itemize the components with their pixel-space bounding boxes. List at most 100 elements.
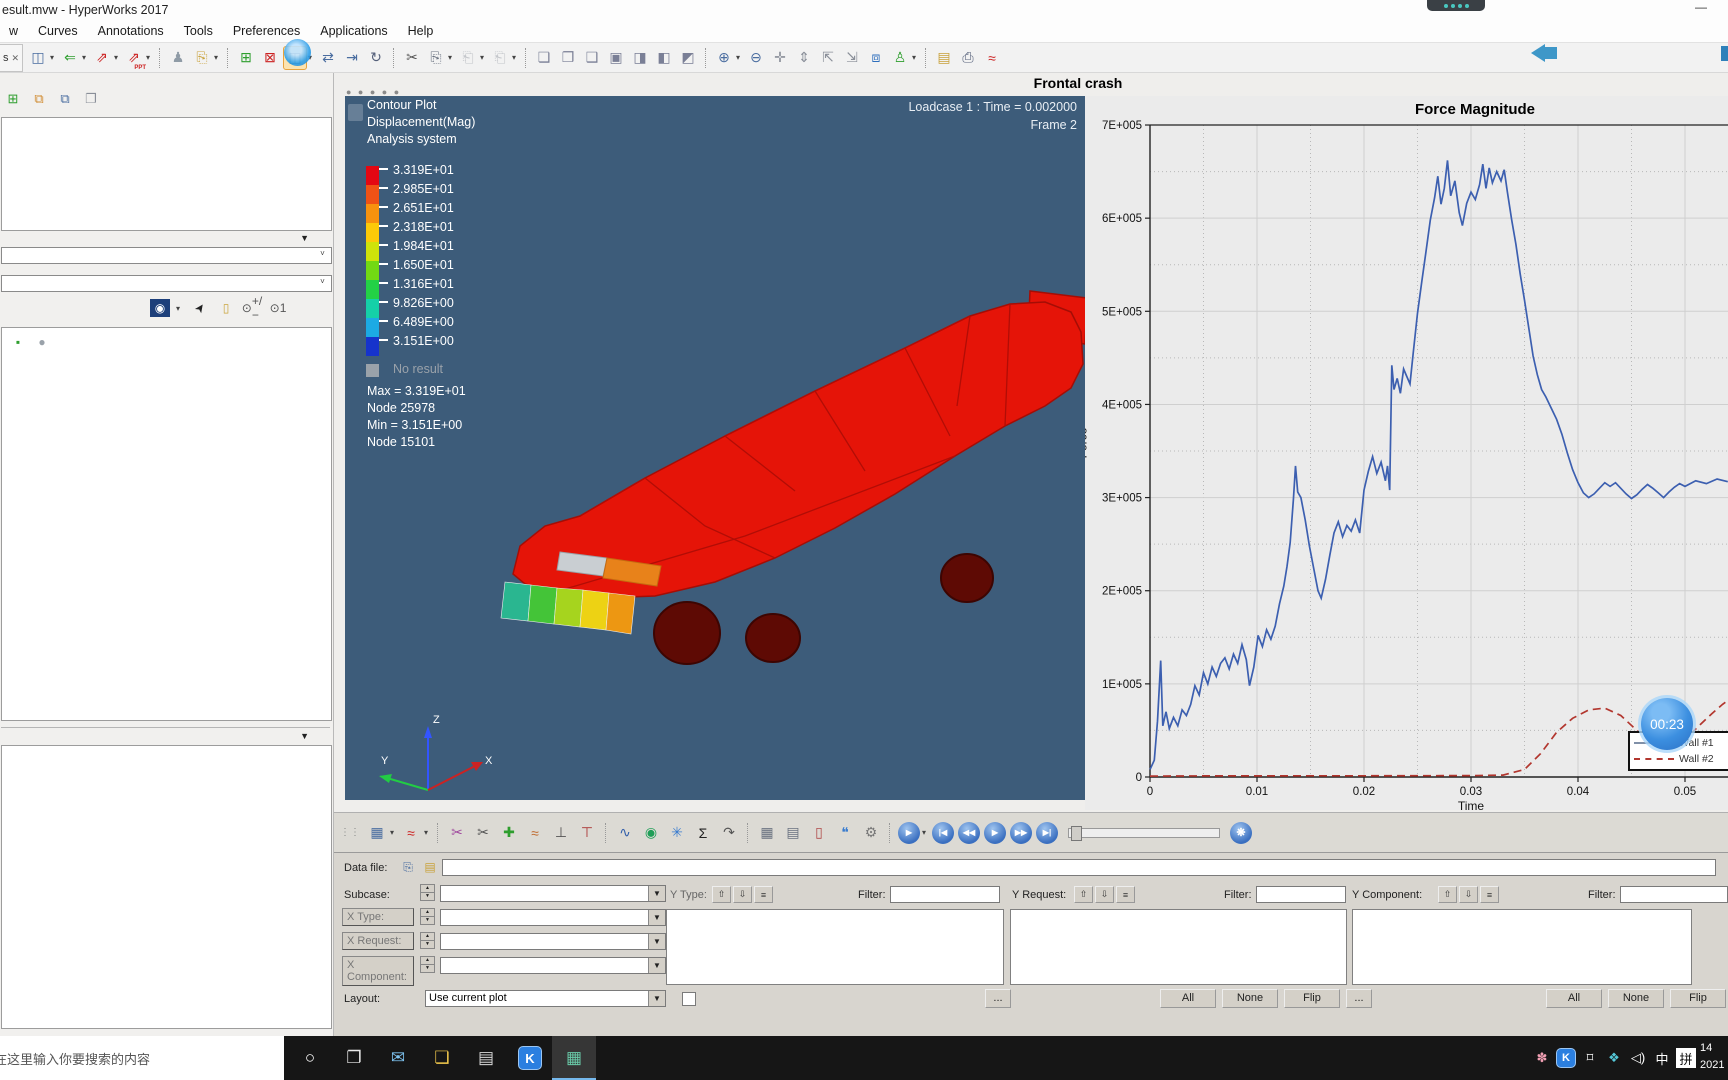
back-arrow-tail[interactable] <box>1545 47 1557 59</box>
expand-window-icon[interactable]: ⇥ <box>341 47 363 69</box>
prev-frame-icon[interactable]: ◀◀ <box>958 821 980 844</box>
collapse-arrow-icon[interactable]: ▼ <box>300 731 309 741</box>
sort-button-1[interactable]: ⇩ <box>1459 886 1478 903</box>
browser-idpool-combo[interactable]: ˅ <box>1 275 332 292</box>
minimize-button[interactable]: — <box>1686 0 1716 18</box>
pointer-icon[interactable]: ➤ <box>187 295 213 322</box>
last-frame-icon[interactable]: ▶| <box>1036 821 1058 844</box>
menu-annotations[interactable]: Annotations <box>89 22 173 40</box>
browser-tree-area[interactable] <box>1 117 332 231</box>
sum-icon[interactable]: Σ <box>691 821 715 845</box>
record-region-icon[interactable]: ◩ <box>677 47 699 69</box>
sort-button-1[interactable]: ⇩ <box>733 886 752 903</box>
window-page-icon[interactable] <box>348 104 363 121</box>
sort-button-2[interactable]: ≡ <box>1116 886 1135 903</box>
define-curves-icon[interactable]: ≈ <box>399 821 423 845</box>
datum-icon[interactable]: ⊤ <box>575 821 599 845</box>
export-ppt-icon[interactable]: ⇗ PPT <box>123 47 146 71</box>
flip-button[interactable]: Flip <box>1670 989 1726 1008</box>
curve-attributes-icon[interactable]: ≈ <box>523 821 547 845</box>
trim-curve-icon[interactable]: ✂ <box>471 821 495 845</box>
add-page-icon[interactable]: ⊞ <box>235 47 257 69</box>
y-request-list[interactable] <box>1010 909 1347 985</box>
chevron-down-icon[interactable]: ▼ <box>648 991 665 1006</box>
capture-window-icon[interactable]: ❐ <box>557 47 579 69</box>
animation-settings-icon[interactable]: ❋ <box>1230 821 1252 844</box>
menu-tools[interactable]: Tools <box>175 22 222 40</box>
y-component-filter-input[interactable] <box>1620 886 1728 903</box>
recording-timer-badge[interactable]: 00:23 <box>1641 698 1693 750</box>
sort-button-2[interactable]: ≡ <box>754 886 773 903</box>
pan-vertical-icon[interactable]: ⇕ <box>793 47 815 69</box>
shield-tray-icon[interactable]: ❖ <box>1602 1036 1626 1080</box>
notes-icon[interactable]: ▯ <box>807 821 831 845</box>
subcase-combo[interactable]: ▼ <box>440 885 666 902</box>
session-browser-icon[interactable]: ⎘ <box>191 47 213 69</box>
chevron-down-icon[interactable]: ˅ <box>315 277 330 289</box>
view-user-icon[interactable]: ♙ <box>889 47 911 69</box>
collapse-arrow-icon[interactable]: ▼ <box>300 233 309 243</box>
show-hide-icon[interactable]: ⊙ +/− <box>242 294 262 322</box>
dropdown-caret-icon[interactable]: ▾ <box>82 53 89 62</box>
sort-button-0[interactable]: ⇧ <box>1438 886 1457 903</box>
export-report-icon[interactable]: ⇗ <box>91 47 113 69</box>
cortana-icon[interactable]: ○ <box>288 1036 332 1080</box>
toolbar-grip[interactable]: ⋮⋮ <box>340 827 360 838</box>
sort-button-0[interactable]: ⇧ <box>712 886 731 903</box>
notepad-icon[interactable]: ▤ <box>464 1036 508 1080</box>
dropdown-caret-icon[interactable]: ▾ <box>512 53 519 62</box>
k-app-icon[interactable]: K <box>508 1036 552 1080</box>
stack-pages-icon[interactable]: ⧉ <box>28 89 50 109</box>
grid-icon[interactable]: ▦ <box>755 821 779 845</box>
dropdown-caret-icon[interactable]: ▾ <box>176 304 183 313</box>
sort-button-2[interactable]: ≡ <box>1480 886 1499 903</box>
entity-lens-icon[interactable]: ◉ <box>150 299 170 317</box>
layout-combo[interactable]: Use current plot ▼ <box>425 990 666 1007</box>
dropdown-caret-icon[interactable]: ▾ <box>50 53 57 62</box>
taskbar-search-box[interactable]: 在这里输入你要搜索的内容 <box>0 1036 284 1080</box>
chevron-down-icon[interactable]: ▼ <box>648 910 665 925</box>
menu-preferences[interactable]: Preferences <box>224 22 309 40</box>
more-button[interactable]: ... <box>1346 989 1372 1008</box>
save-curves-icon[interactable]: ⎙ <box>957 47 979 69</box>
all-button[interactable]: All <box>1546 989 1602 1008</box>
paste-special-icon[interactable]: ⎗ <box>489 47 511 69</box>
panel-tab-partial[interactable]: s ✕ <box>0 44 23 72</box>
x-type-spinner[interactable]: ▲ ▼ <box>420 908 435 925</box>
ime-pinyin-indicator[interactable]: 拼 <box>1676 1048 1696 1068</box>
browser-list-area[interactable]: ▪ ● <box>1 327 332 721</box>
plot-window-icon[interactable]: ≈ <box>981 47 1003 69</box>
back-arrow-icon[interactable] <box>1531 44 1545 62</box>
hyperworks-app-icon[interactable]: ▦ <box>552 1036 596 1080</box>
x-type-combo[interactable]: ▼ <box>440 909 666 926</box>
sakura-tray-icon[interactable]: ✽ <box>1530 1036 1554 1080</box>
sort-button-0[interactable]: ⇧ <box>1074 886 1093 903</box>
isolate-icon[interactable]: ⊙ 1 <box>268 299 288 317</box>
x-request-spinner[interactable]: ▲ ▼ <box>420 932 435 949</box>
dropdown-caret-icon[interactable]: ▾ <box>424 828 431 837</box>
zoom-dropdown-icon[interactable]: ⊕ <box>713 47 735 69</box>
pan-diagonal-icon[interactable]: ⇱ <box>817 47 839 69</box>
flip-button[interactable]: Flip <box>1284 989 1340 1008</box>
data-file-input[interactable] <box>442 859 1716 876</box>
dropdown-caret-icon[interactable]: ▾ <box>448 53 455 62</box>
paste-icon[interactable]: ⎗ <box>457 47 479 69</box>
machining-icon[interactable]: ✳ <box>665 821 689 845</box>
capture-region-icon[interactable]: ▣ <box>605 47 627 69</box>
next-frame-icon[interactable]: ▶▶ <box>1010 821 1032 844</box>
open-curves-icon[interactable]: ▤ <box>933 47 955 69</box>
component-icon[interactable]: ▪ <box>8 333 28 351</box>
x-component-spinner[interactable]: ▲ ▼ <box>420 956 435 973</box>
subcase-spinner[interactable]: ▲ ▼ <box>420 884 435 901</box>
dropdown-caret-icon[interactable]: ▾ <box>214 53 221 62</box>
table-icon[interactable]: ▤ <box>781 821 805 845</box>
close-icon[interactable]: ✕ <box>11 53 19 64</box>
menu-curves[interactable]: Curves <box>29 22 87 40</box>
none-button[interactable]: None <box>1608 989 1664 1008</box>
chevron-down-icon[interactable]: ▼ <box>648 934 665 949</box>
dropdown-caret-icon[interactable]: ▾ <box>480 53 487 62</box>
dropdown-caret-icon[interactable]: ▾ <box>390 828 397 837</box>
menu-w[interactable]: w <box>0 22 27 40</box>
first-frame-icon[interactable]: |◀ <box>932 821 954 844</box>
dropdown-caret-icon[interactable]: ▾ <box>912 53 919 62</box>
